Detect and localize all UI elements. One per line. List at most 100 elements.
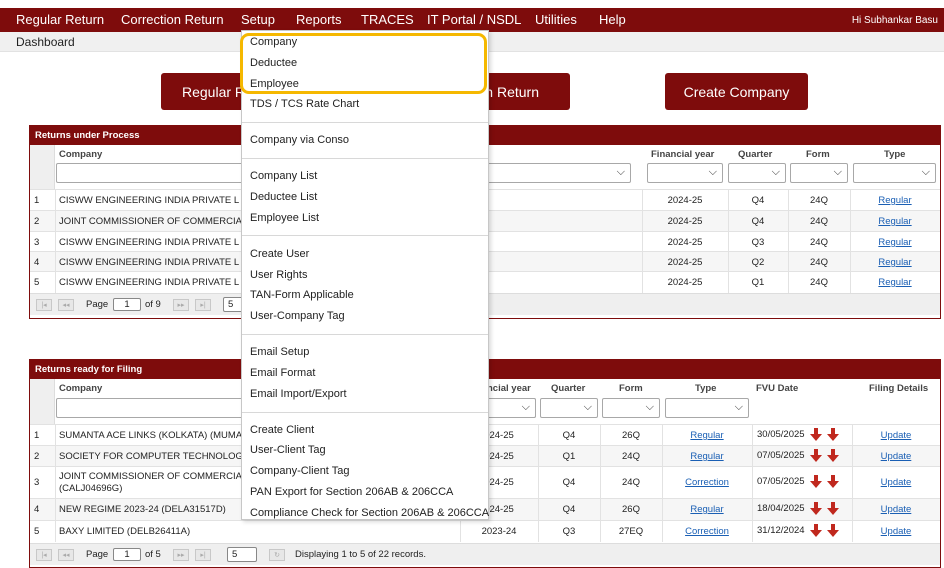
menu-item-email-import-export[interactable]: Email Import/Export: [250, 388, 347, 400]
col-financial-year: ncial year: [487, 383, 531, 394]
nav-setup[interactable]: Setup: [241, 12, 275, 27]
company-cell: SUMANTA ACE LINKS (KOLKATA) (MUMA: [59, 430, 243, 441]
company-cell: CISWW ENGINEERING INDIA PRIVATE L: [59, 195, 240, 206]
next-page-icon[interactable]: ▸▸: [173, 299, 189, 311]
col-company: Company: [59, 383, 103, 394]
type-link[interactable]: Regular: [850, 237, 940, 248]
type-filter[interactable]: ⌵: [853, 163, 936, 183]
update-link[interactable]: Update: [852, 430, 940, 441]
menu-item-company-client-tag[interactable]: Company-Client Tag: [250, 465, 349, 477]
menu-item-create-client[interactable]: Create Client: [250, 424, 314, 436]
last-page-icon[interactable]: ▸|: [195, 549, 211, 561]
menu-item-user-client-tag[interactable]: User-Client Tag: [250, 444, 326, 456]
prev-page-icon[interactable]: ◂◂: [58, 299, 74, 311]
menu-item-create-user[interactable]: Create User: [250, 248, 309, 260]
company-cell: JOINT COMMISSIONER OF COMMERCIA: [59, 216, 242, 227]
col-fvu-date: FVU Date: [756, 383, 799, 394]
download-arrow-icon[interactable]: [809, 524, 822, 537]
nav-correction-return[interactable]: Correction Return: [121, 12, 224, 27]
nav-reports[interactable]: Reports: [296, 12, 342, 27]
menu-item-user-company-tag[interactable]: User-Company Tag: [250, 310, 345, 322]
download-arrow-icon[interactable]: [826, 502, 839, 515]
refresh-icon[interactable]: ↻: [269, 549, 285, 561]
update-link[interactable]: Update: [852, 477, 940, 488]
create-company-button[interactable]: Create Company: [665, 73, 808, 110]
nav-traces[interactable]: TRACES: [361, 12, 414, 27]
fvu-date: 07/05/2025: [757, 450, 805, 462]
page-input[interactable]: 1: [113, 548, 141, 561]
col-type: Type: [695, 383, 717, 394]
download-arrow-icon[interactable]: [826, 524, 839, 537]
col-form: Form: [619, 383, 643, 394]
type-link[interactable]: Regular: [850, 277, 940, 288]
type-link[interactable]: Regular: [662, 451, 752, 462]
col-quarter: Quarter: [551, 383, 586, 394]
type-link[interactable]: Correction: [662, 526, 752, 537]
dashboard-link[interactable]: Dashboard: [16, 35, 75, 49]
fy-filter[interactable]: ⌵: [647, 163, 723, 183]
col-type: Type: [884, 149, 906, 160]
menu-item-employee-list[interactable]: Employee List: [250, 212, 319, 224]
form-filter[interactable]: ⌵: [790, 163, 848, 183]
update-link[interactable]: Update: [852, 451, 940, 462]
nav-help[interactable]: Help: [599, 12, 626, 27]
quarter-filter[interactable]: ⌵: [728, 163, 786, 183]
menu-item-pan-export[interactable]: PAN Export for Section 206AB & 206CCA: [250, 486, 453, 498]
menu-item-email-setup[interactable]: Email Setup: [250, 346, 309, 358]
menu-item-compliance-check[interactable]: Compliance Check for Section 206AB & 206…: [250, 507, 489, 519]
type-link[interactable]: Correction: [662, 477, 752, 488]
prev-page-icon[interactable]: ◂◂: [58, 549, 74, 561]
page-input[interactable]: 1: [113, 298, 141, 311]
download-arrow-icon[interactable]: [809, 449, 822, 462]
table-row[interactable]: 5 BAXY LIMITED (DELB26411A) 2023-24 Q3 2…: [30, 520, 940, 542]
quarter-filter[interactable]: ⌵: [540, 398, 598, 418]
company-cell: JOINT COMMISSIONER OF COMMERCIA: [59, 471, 242, 482]
last-page-icon[interactable]: ▸|: [195, 299, 211, 311]
type-link[interactable]: Regular: [850, 257, 940, 268]
menu-item-email-format[interactable]: Email Format: [250, 367, 315, 379]
user-greeting: Hi Subhankar Basu: [851, 15, 938, 26]
menu-item-company-via-conso[interactable]: Company via Conso: [250, 134, 349, 146]
col-form: Form: [806, 149, 830, 160]
menu-item-user-rights[interactable]: User Rights: [250, 269, 307, 281]
next-page-icon[interactable]: ▸▸: [173, 549, 189, 561]
setup-dropdown-menu: Company Deductee Employee TDS / TCS Rate…: [241, 30, 489, 520]
company-cell-line2: (CALJ04696G): [59, 483, 123, 494]
pager: |◂ ◂◂ Page 1 of 5 ▸▸ ▸| 5 ↻ Displaying 1…: [30, 543, 940, 565]
menu-item-company-list[interactable]: Company List: [250, 170, 317, 182]
type-link[interactable]: Regular: [662, 504, 752, 515]
first-page-icon[interactable]: |◂: [36, 299, 52, 311]
company-cell: CISWW ENGINEERING INDIA PRIVATE L: [59, 277, 240, 288]
download-arrow-icon[interactable]: [809, 428, 822, 441]
type-filter[interactable]: ⌵: [665, 398, 749, 418]
download-arrow-icon[interactable]: [826, 475, 839, 488]
download-arrow-icon[interactable]: [826, 428, 839, 441]
nav-regular-return[interactable]: Regular Return: [16, 12, 104, 27]
fvu-date: 18/04/2025: [757, 503, 805, 515]
page-size-select[interactable]: 5: [227, 547, 257, 562]
app-title-strip: [0, 0, 944, 8]
fvu-date: 30/05/2025: [757, 429, 805, 441]
col-company: Company: [59, 149, 103, 160]
col-filing-details: Filing Details: [869, 383, 929, 394]
company-cell: CISWW ENGINEERING INDIA PRIVATE L: [59, 237, 240, 248]
download-arrow-icon[interactable]: [809, 502, 822, 515]
nav-it-portal[interactable]: IT Portal / NSDL: [427, 12, 521, 27]
fvu-date: 31/12/2024: [757, 525, 805, 537]
company-cell: BAXY LIMITED (DELB26411A): [59, 526, 191, 537]
type-link[interactable]: Regular: [662, 430, 752, 441]
nav-utilities[interactable]: Utilities: [535, 12, 577, 27]
form-filter[interactable]: ⌵: [602, 398, 660, 418]
first-page-icon[interactable]: |◂: [36, 549, 52, 561]
menu-item-rate-chart[interactable]: TDS / TCS Rate Chart: [250, 98, 359, 110]
update-link[interactable]: Update: [852, 504, 940, 515]
highlight-annotation: [240, 33, 487, 94]
download-arrow-icon[interactable]: [826, 449, 839, 462]
type-link[interactable]: Regular: [850, 195, 940, 206]
menu-item-tan-form-applicable[interactable]: TAN-Form Applicable: [250, 289, 354, 301]
update-link[interactable]: Update: [852, 526, 940, 537]
company-cell: SOCIETY FOR COMPUTER TECHNOLOG: [59, 451, 243, 462]
menu-item-deductee-list[interactable]: Deductee List: [250, 191, 317, 203]
type-link[interactable]: Regular: [850, 216, 940, 227]
download-arrow-icon[interactable]: [809, 475, 822, 488]
